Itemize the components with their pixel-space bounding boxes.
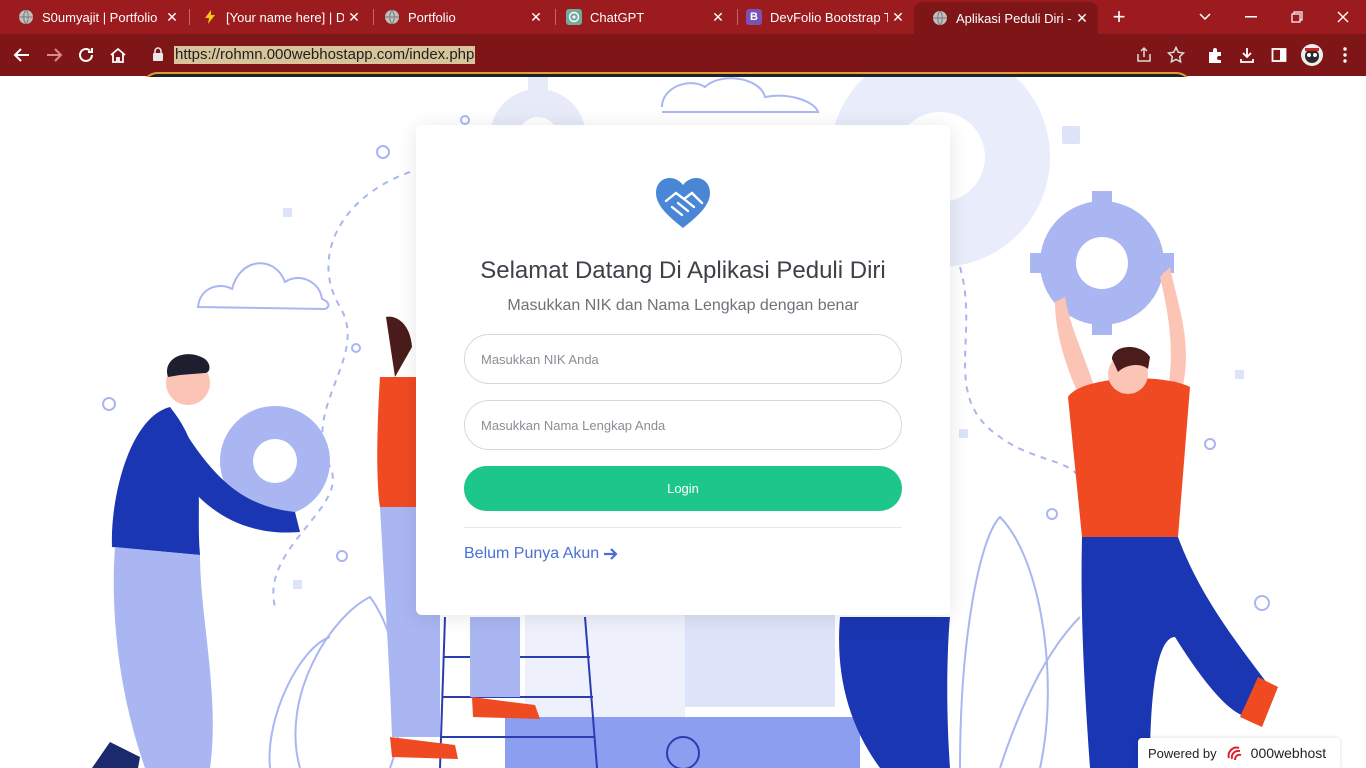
tab-title: Portfolio [408, 9, 456, 25]
register-link-label: Belum Punya Akun [464, 545, 600, 562]
profile-avatar[interactable] [1295, 38, 1329, 72]
forward-icon[interactable] [37, 38, 71, 72]
side-panel-icon[interactable] [1262, 38, 1296, 72]
login-card: Selamat Datang Di Aplikasi Peduli Diri M… [416, 125, 950, 615]
tab-title: [Your name here] | De [226, 9, 344, 25]
divider [464, 527, 902, 528]
close-tab-icon[interactable]: ✕ [1072, 10, 1092, 27]
tab-portfolio[interactable]: Portfolio ✕ [366, 0, 552, 34]
arrow-right-icon [603, 547, 618, 561]
close-tab-icon[interactable]: ✕ [888, 9, 908, 26]
page-title: Selamat Datang Di Aplikasi Peduli Diri [480, 257, 886, 284]
bootstrap-icon: B [746, 9, 762, 25]
page-subtitle: Masukkan NIK dan Nama Lengkap dengan ben… [507, 297, 859, 314]
restore-icon[interactable] [1274, 0, 1320, 34]
nik-input[interactable] [464, 334, 902, 384]
home-icon[interactable] [101, 38, 135, 72]
tab-your-name-here[interactable]: [Your name here] | De ✕ [184, 0, 370, 34]
close-window-icon[interactable] [1320, 0, 1366, 34]
new-tab-button[interactable]: + [1108, 4, 1130, 30]
chatgpt-icon [566, 9, 582, 25]
back-icon[interactable] [5, 38, 39, 72]
download-icon[interactable] [1230, 38, 1264, 72]
reload-icon[interactable] [69, 38, 103, 72]
globe-icon [932, 10, 948, 26]
tab-title: Aplikasi Peduli Diri - I [956, 10, 1072, 26]
tab-chatgpt[interactable]: ChatGPT ✕ [548, 0, 734, 34]
close-tab-icon[interactable]: ✕ [526, 9, 546, 26]
000webhost-logo-icon [1225, 744, 1247, 762]
globe-icon [18, 9, 34, 25]
tab-title: DevFolio Bootstrap Te [770, 9, 888, 25]
tab-soumyajit-portfolio[interactable]: S0umyajit | Portfolio ✕ [0, 0, 188, 34]
powered-by-label: Powered by [1148, 745, 1217, 761]
menu-icon[interactable] [1328, 38, 1362, 72]
tab-strip: S0umyajit | Portfolio ✕ [Your name here]… [0, 0, 1366, 34]
close-tab-icon[interactable]: ✕ [708, 9, 728, 26]
tab-devfolio[interactable]: B DevFolio Bootstrap Te ✕ [728, 0, 914, 34]
url-text[interactable]: https://rohmn.000webhostapp.com/index.ph… [174, 46, 476, 64]
powered-by-badge[interactable]: Powered by 000webhost [1138, 738, 1340, 768]
close-tab-icon[interactable]: ✕ [344, 9, 364, 26]
login-button[interactable]: Login [464, 466, 902, 511]
share-icon[interactable] [1135, 46, 1153, 69]
minimize-icon[interactable] [1228, 0, 1274, 34]
page-content: Selamat Datang Di Aplikasi Peduli Diri M… [0, 77, 1366, 768]
full-name-input[interactable] [464, 400, 902, 450]
extensions-icon[interactable] [1198, 38, 1232, 72]
bolt-icon [202, 9, 218, 25]
bookmark-star-icon[interactable] [1166, 45, 1186, 69]
register-link[interactable]: Belum Punya Akun [464, 545, 618, 563]
lock-icon [152, 47, 164, 66]
tab-aplikasi-peduli-diri[interactable]: Aplikasi Peduli Diri - I ✕ [914, 2, 1098, 34]
tab-search-icon[interactable] [1182, 0, 1228, 34]
tab-title: ChatGPT [590, 9, 645, 25]
close-tab-icon[interactable]: ✕ [162, 9, 182, 26]
tab-title: S0umyajit | Portfolio [42, 9, 158, 25]
brand-name: 000webhost [1250, 745, 1327, 761]
heart-handshake-icon [654, 175, 712, 234]
globe-icon [384, 9, 400, 25]
